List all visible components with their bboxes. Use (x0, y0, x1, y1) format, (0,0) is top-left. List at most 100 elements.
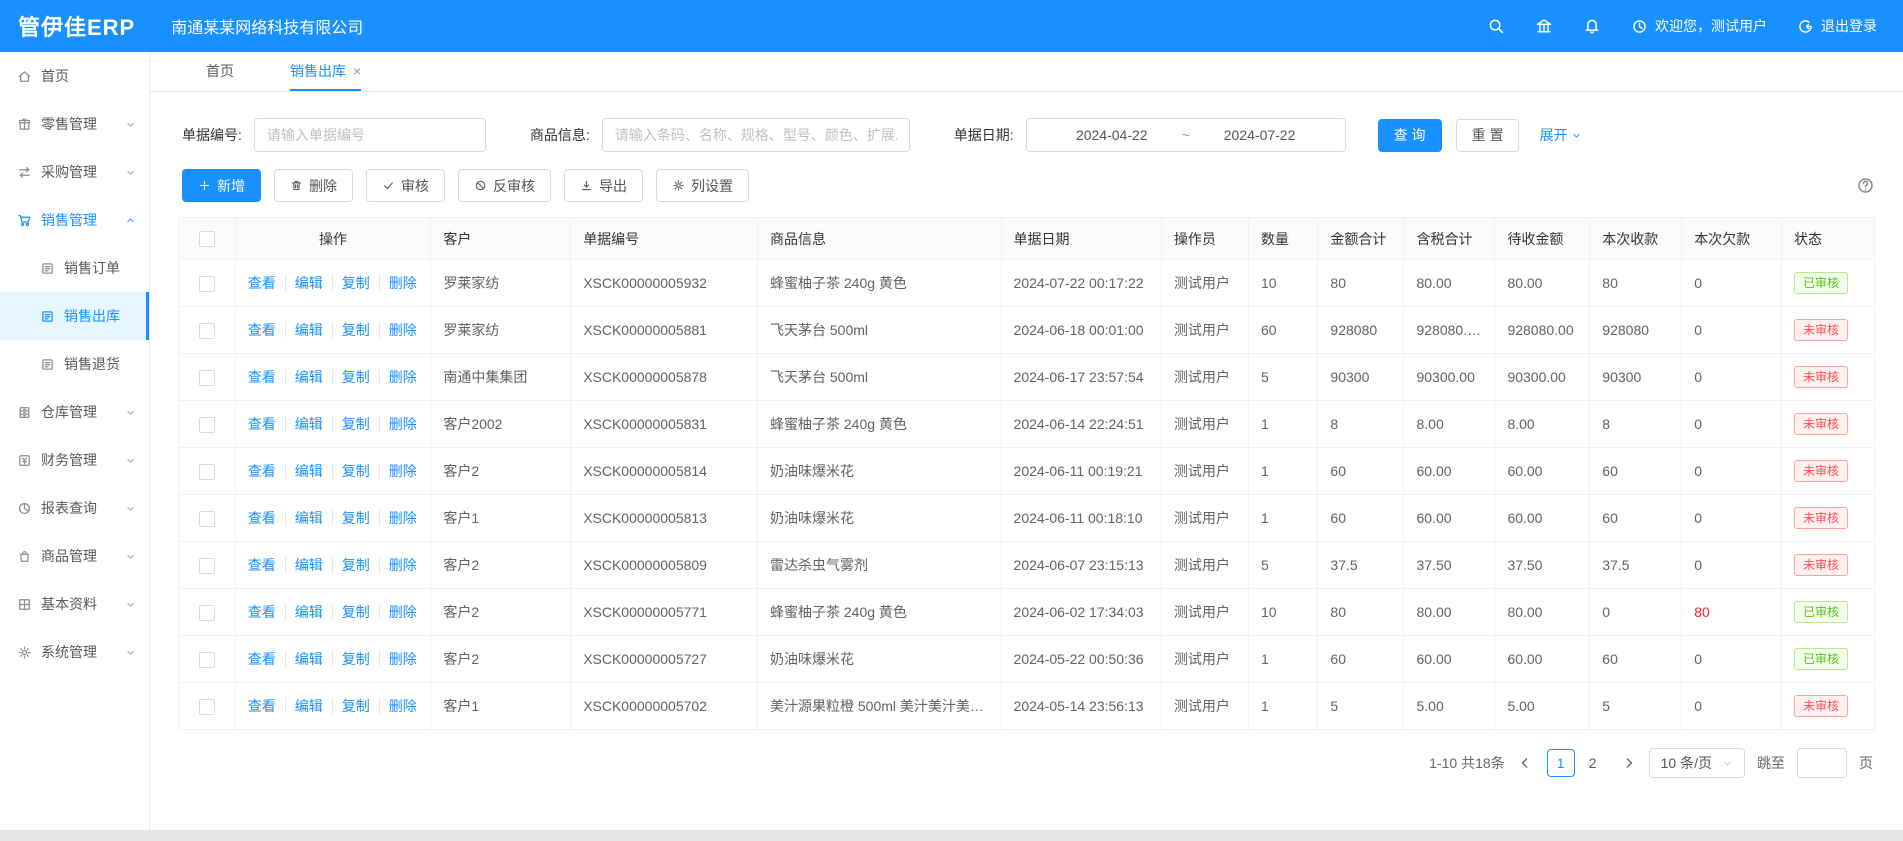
row-action-delete[interactable]: 删除 (379, 557, 417, 573)
row-checkbox[interactable] (199, 511, 215, 527)
row-checkbox[interactable] (199, 699, 215, 715)
row-checkbox[interactable] (199, 323, 215, 339)
row-action-edit[interactable]: 编辑 (285, 651, 323, 667)
row-action-edit[interactable]: 编辑 (285, 322, 323, 338)
row-action-edit[interactable]: 编辑 (285, 557, 323, 573)
export-button[interactable]: 导出 (564, 169, 643, 202)
search-icon[interactable] (1487, 17, 1505, 35)
button-label: 新增 (217, 176, 245, 196)
sidebar-item-sales-return[interactable]: 销售退货 (0, 340, 149, 388)
product-info-input[interactable] (602, 118, 910, 152)
tab-home[interactable]: 首页 (206, 52, 234, 91)
date-range-picker[interactable]: 2024-04-22 ~ 2024-07-22 (1026, 118, 1346, 152)
sales-outbound-table: 操作客户单据编号商品信息单据日期操作员数量金额合计含税合计待收金额本次收款本次欠… (178, 217, 1875, 730)
row-action-delete[interactable]: 删除 (379, 604, 417, 620)
bank-icon[interactable] (1535, 17, 1553, 35)
sidebar-item-purchase[interactable]: 采购管理 (0, 148, 149, 196)
row-action-delete[interactable]: 删除 (379, 322, 417, 338)
sidebar-item-system[interactable]: 系统管理 (0, 628, 149, 676)
row-action-view[interactable]: 查看 (248, 698, 276, 714)
sidebar-item-home[interactable]: 首页 (0, 52, 149, 100)
row-action-copy[interactable]: 复制 (332, 604, 370, 620)
sidebar-item-report[interactable]: 报表查询 (0, 484, 149, 532)
next-page-button[interactable] (1621, 755, 1637, 771)
row-checkbox[interactable] (199, 370, 215, 386)
column-settings-button[interactable]: 列设置 (656, 169, 749, 202)
page-button-1[interactable]: 1 (1547, 749, 1575, 777)
column-header: 操作 (235, 218, 431, 260)
sidebar-item-retail[interactable]: 零售管理 (0, 100, 149, 148)
jump-page-input[interactable] (1797, 748, 1847, 778)
row-action-view[interactable]: 查看 (248, 557, 276, 573)
row-action-edit[interactable]: 编辑 (285, 416, 323, 432)
operator-cell: 测试用户 (1161, 307, 1248, 354)
sidebar-item-sales-order[interactable]: 销售订单 (0, 244, 149, 292)
amount-cell: 80 (1318, 589, 1404, 636)
row-action-edit[interactable]: 编辑 (285, 604, 323, 620)
prev-page-button[interactable] (1517, 755, 1533, 771)
doc-no-input[interactable] (254, 118, 486, 152)
row-action-copy[interactable]: 复制 (332, 510, 370, 526)
row-action-view[interactable]: 查看 (248, 510, 276, 526)
row-checkbox[interactable] (199, 652, 215, 668)
row-action-copy[interactable]: 复制 (332, 275, 370, 291)
row-action-delete[interactable]: 删除 (379, 651, 417, 667)
sidebar-item-finance[interactable]: 财务管理 (0, 436, 149, 484)
row-checkbox[interactable] (199, 417, 215, 433)
page-size-select[interactable]: 10 条/页 (1649, 748, 1745, 778)
help-icon[interactable] (1856, 176, 1875, 195)
row-checkbox[interactable] (199, 605, 215, 621)
row-action-view[interactable]: 查看 (248, 604, 276, 620)
row-action-copy[interactable]: 复制 (332, 651, 370, 667)
page-button-2[interactable]: 2 (1579, 749, 1607, 777)
bell-icon[interactable] (1583, 17, 1601, 35)
row-action-delete[interactable]: 删除 (379, 698, 417, 714)
sidebar-item-warehouse[interactable]: 仓库管理 (0, 388, 149, 436)
row-action-view[interactable]: 查看 (248, 322, 276, 338)
operator-cell: 测试用户 (1161, 589, 1248, 636)
row-checkbox[interactable] (199, 558, 215, 574)
row-action-edit[interactable]: 编辑 (285, 369, 323, 385)
row-action-delete[interactable]: 删除 (379, 416, 417, 432)
status-badge: 未审核 (1794, 507, 1848, 529)
row-action-edit[interactable]: 编辑 (285, 698, 323, 714)
row-action-copy[interactable]: 复制 (332, 557, 370, 573)
row-action-view[interactable]: 查看 (248, 275, 276, 291)
unaudit-button[interactable]: 反审核 (458, 169, 551, 202)
row-action-copy[interactable]: 复制 (332, 416, 370, 432)
audit-button[interactable]: 审核 (366, 169, 445, 202)
sidebar-item-sales[interactable]: 销售管理 (0, 196, 149, 244)
search-button[interactable]: 查 询 (1378, 119, 1442, 152)
row-checkbox[interactable] (199, 276, 215, 292)
row-action-copy[interactable]: 复制 (332, 369, 370, 385)
row-action-delete[interactable]: 删除 (379, 510, 417, 526)
row-action-copy[interactable]: 复制 (332, 463, 370, 479)
receivable-cell: 60.00 (1495, 495, 1590, 542)
row-action-view[interactable]: 查看 (248, 463, 276, 479)
row-action-delete[interactable]: 删除 (379, 275, 417, 291)
sidebar-item-sales-outbound[interactable]: 销售出库 (0, 292, 149, 340)
row-action-copy[interactable]: 复制 (332, 322, 370, 338)
expand-link[interactable]: 展开 (1539, 125, 1582, 145)
tab-close-icon[interactable]: × (353, 64, 361, 78)
row-action-copy[interactable]: 复制 (332, 698, 370, 714)
row-action-view[interactable]: 查看 (248, 369, 276, 385)
row-action-view[interactable]: 查看 (248, 651, 276, 667)
row-action-view[interactable]: 查看 (248, 416, 276, 432)
row-action-edit[interactable]: 编辑 (285, 510, 323, 526)
logout-button[interactable]: 退出登录 (1797, 16, 1877, 36)
tab-sales-outbound[interactable]: 销售出库× (290, 52, 361, 91)
add-button[interactable]: 新增 (182, 169, 261, 202)
reset-button[interactable]: 重 置 (1456, 119, 1520, 152)
delete-button[interactable]: 删除 (274, 169, 353, 202)
row-action-delete[interactable]: 删除 (379, 463, 417, 479)
sidebar-item-basic-data[interactable]: 基本资料 (0, 580, 149, 628)
welcome-user[interactable]: 欢迎您，测试用户 (1631, 16, 1767, 36)
qty-cell: 10 (1248, 260, 1317, 307)
select-all-checkbox[interactable] (199, 231, 215, 247)
row-action-delete[interactable]: 删除 (379, 369, 417, 385)
row-action-edit[interactable]: 编辑 (285, 275, 323, 291)
row-action-edit[interactable]: 编辑 (285, 463, 323, 479)
sidebar-item-goods[interactable]: 商品管理 (0, 532, 149, 580)
row-checkbox[interactable] (199, 464, 215, 480)
